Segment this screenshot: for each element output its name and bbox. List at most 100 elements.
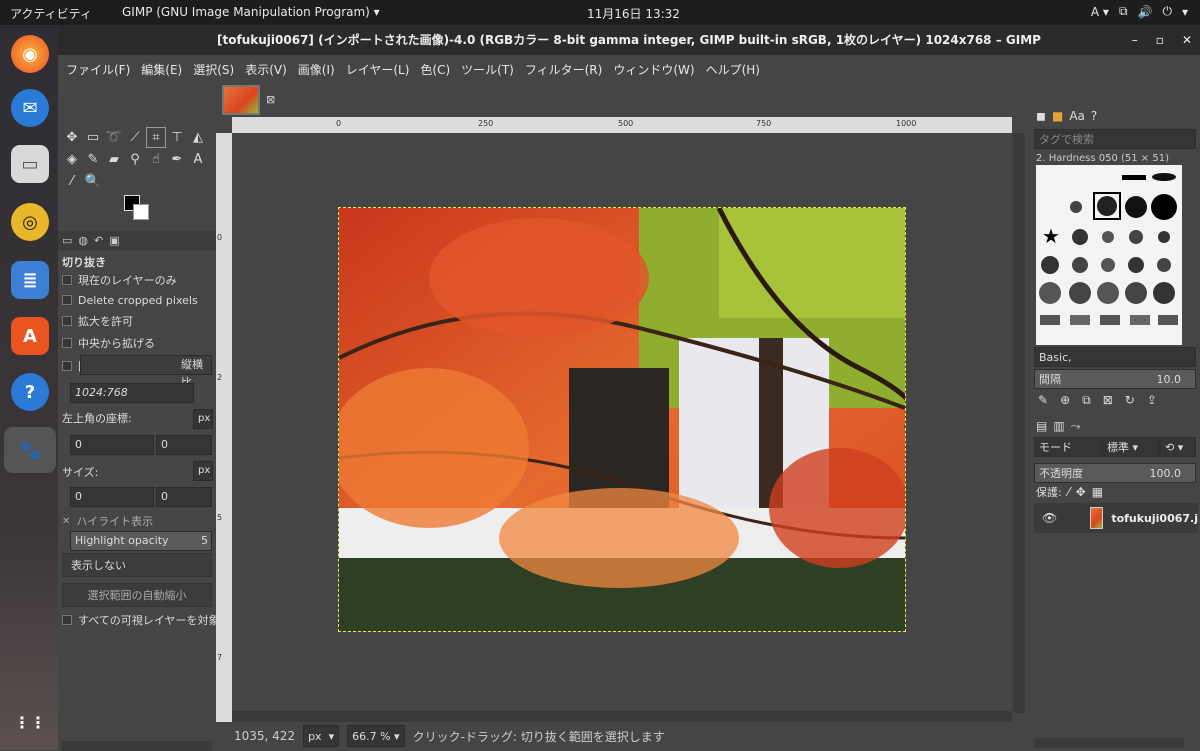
fixed-mode-select[interactable]: 縦横比: [80, 355, 212, 389]
image-canvas[interactable]: [338, 207, 906, 632]
refresh-brush-icon[interactable]: ↻: [1125, 393, 1135, 408]
menu-layer[interactable]: レイヤー(L): [346, 61, 410, 78]
size-w-input[interactable]: 0: [70, 487, 154, 507]
writer-icon[interactable]: ≣: [11, 261, 49, 299]
menu-image[interactable]: 画像(I): [298, 61, 335, 78]
files-icon[interactable]: ▭: [11, 145, 49, 183]
menu-select[interactable]: 選択(S): [193, 61, 234, 78]
visibility-eye-icon[interactable]: 👁: [1042, 511, 1057, 525]
current-layer-only-option[interactable]: 現在のレイヤーのみ: [62, 271, 177, 289]
fonts-tab-icon[interactable]: Aa: [1069, 109, 1085, 123]
close-icon[interactable]: ✕: [1182, 25, 1192, 55]
mode-select[interactable]: 標準 ▾: [1102, 437, 1160, 457]
size-h-input[interactable]: 0: [156, 487, 212, 507]
canvas-area[interactable]: 0 250 500 750 1000 0 2 5 7: [216, 117, 1028, 725]
edit-brush-icon[interactable]: ✎: [1038, 393, 1048, 408]
paths-tab-icon[interactable]: ⤳: [1071, 419, 1081, 434]
guides-select[interactable]: 表示しない: [62, 553, 212, 577]
system-indicators[interactable]: A ▾ ⧉ 🔊 ⏻ ▾: [1091, 4, 1188, 19]
menu-edit[interactable]: 編集(E): [141, 61, 182, 78]
lock-pixels-icon[interactable]: ⁄: [1068, 485, 1070, 499]
clone-icon[interactable]: ⚲: [125, 149, 145, 170]
app-menu[interactable]: GIMP (GNU Image Manipulation Program) ▾: [122, 5, 380, 19]
lock-alpha-icon[interactable]: ▦: [1092, 485, 1103, 499]
activities-button[interactable]: アクティビティ: [10, 5, 92, 22]
move-tool-icon[interactable]: ✥: [62, 127, 82, 148]
zoom-select[interactable]: 66.7 % ▾: [347, 725, 405, 747]
size-unit[interactable]: px: [193, 461, 213, 481]
position-y-input[interactable]: 0: [156, 435, 212, 455]
autoshrink-button[interactable]: 選択範囲の自動縮小: [62, 583, 212, 607]
layer-row[interactable]: 👁 tofukuji0067.j: [1034, 503, 1198, 533]
gimp-icon[interactable]: 🐾: [4, 427, 56, 473]
open-brush-icon[interactable]: ⇪: [1147, 393, 1157, 408]
firefox-icon[interactable]: ◉: [11, 35, 49, 73]
close-tab-icon[interactable]: ⊠: [266, 93, 275, 106]
color-picker-icon[interactable]: ⁄: [62, 171, 82, 192]
layers-tab-icon[interactable]: ▤: [1036, 419, 1047, 434]
app-grid-icon[interactable]: ⋮⋮: [11, 703, 49, 741]
device-status-tab-icon[interactable]: ◍: [78, 234, 88, 248]
text-tool-icon[interactable]: A: [188, 149, 208, 170]
position-x-input[interactable]: 0: [70, 435, 154, 455]
tool-options-tab-icon[interactable]: ▭: [62, 234, 72, 248]
position-unit[interactable]: px: [193, 409, 213, 429]
menu-tools[interactable]: ツール(T): [461, 61, 514, 78]
images-tab-icon[interactable]: ▣: [109, 234, 119, 248]
rhythmbox-icon[interactable]: ◎: [11, 203, 49, 241]
aspect-ratio-input[interactable]: 1024:768: [70, 383, 194, 403]
help-icon[interactable]: ?: [11, 373, 49, 411]
crop-tool-icon[interactable]: ⌗: [146, 127, 166, 148]
menu-help[interactable]: ヘルプ(H): [706, 61, 760, 78]
minimize-icon[interactable]: –: [1132, 25, 1138, 55]
delete-cropped-option[interactable]: Delete cropped pixels: [62, 291, 198, 309]
new-brush-icon[interactable]: ⊕: [1060, 393, 1070, 408]
maximize-icon[interactable]: ▫: [1156, 25, 1164, 55]
undo-history-tab-icon[interactable]: ↶: [94, 234, 103, 248]
background-color[interactable]: [133, 204, 149, 220]
all-layers-option[interactable]: すべての可視レイヤーを対象に: [62, 611, 230, 629]
delete-brush-icon[interactable]: ⊠: [1103, 393, 1113, 408]
warp-icon[interactable]: ◭: [188, 127, 208, 148]
layers-scrollbar[interactable]: [1034, 738, 1184, 748]
menu-view[interactable]: 表示(V): [245, 61, 287, 78]
paintbrush-icon[interactable]: ✎: [83, 149, 103, 170]
brush-tag-search[interactable]: タグで検索: [1034, 129, 1196, 149]
unit-select[interactable]: px ▾: [303, 725, 340, 747]
document-history-icon[interactable]: ?: [1091, 109, 1097, 123]
clock[interactable]: 11月16日 13:32: [587, 5, 680, 22]
mode-reset-icon[interactable]: ⟲ ▾: [1160, 437, 1196, 457]
fuzzy-select-icon[interactable]: ⟋: [125, 127, 145, 148]
software-icon[interactable]: A: [11, 317, 49, 355]
smudge-icon[interactable]: ☝: [146, 149, 166, 170]
transform-icon[interactable]: ⊤: [167, 127, 187, 148]
eraser-icon[interactable]: ▰: [104, 149, 124, 170]
rect-select-icon[interactable]: ▭: [83, 127, 103, 148]
highlight-opacity-slider[interactable]: Highlight opacity 5: [70, 531, 212, 551]
menu-colors[interactable]: 色(C): [420, 61, 450, 78]
patterns-tab-icon[interactable]: ■: [1052, 109, 1063, 123]
menu-filters[interactable]: フィルター(R): [525, 61, 602, 78]
vertical-scrollbar[interactable]: [1013, 133, 1025, 713]
highlight-option[interactable]: ✕ ハイライト表示: [62, 512, 153, 530]
brush-preset-select[interactable]: Basic,: [1034, 347, 1196, 367]
channels-tab-icon[interactable]: ▥: [1053, 419, 1064, 434]
image-tab-thumbnail[interactable]: [222, 85, 260, 115]
lock-position-icon[interactable]: ✥: [1076, 485, 1086, 499]
allow-growing-option[interactable]: 拡大を許可: [62, 312, 133, 330]
layer-name[interactable]: tofukuji0067.j: [1111, 512, 1198, 525]
path-icon[interactable]: ✒: [167, 149, 187, 170]
brush-grid[interactable]: ★: [1036, 165, 1182, 345]
expand-center-option[interactable]: 中央から拡げる: [62, 334, 155, 352]
duplicate-brush-icon[interactable]: ⧉: [1082, 393, 1091, 408]
menu-file[interactable]: ファイル(F): [66, 61, 130, 78]
zoom-tool-icon[interactable]: 🔍: [83, 171, 103, 192]
thunderbird-icon[interactable]: ✉: [11, 89, 49, 127]
input-method[interactable]: A ▾: [1091, 5, 1109, 19]
menu-windows[interactable]: ウィンドウ(W): [613, 61, 694, 78]
layer-opacity-slider[interactable]: 不透明度 100.0: [1034, 463, 1196, 483]
lasso-icon[interactable]: ➰: [104, 127, 124, 148]
bucket-fill-icon[interactable]: ◈: [62, 149, 82, 170]
spacing-slider[interactable]: 間隔 10.0: [1034, 369, 1196, 389]
brushes-tab-icon[interactable]: ◼: [1036, 109, 1046, 123]
